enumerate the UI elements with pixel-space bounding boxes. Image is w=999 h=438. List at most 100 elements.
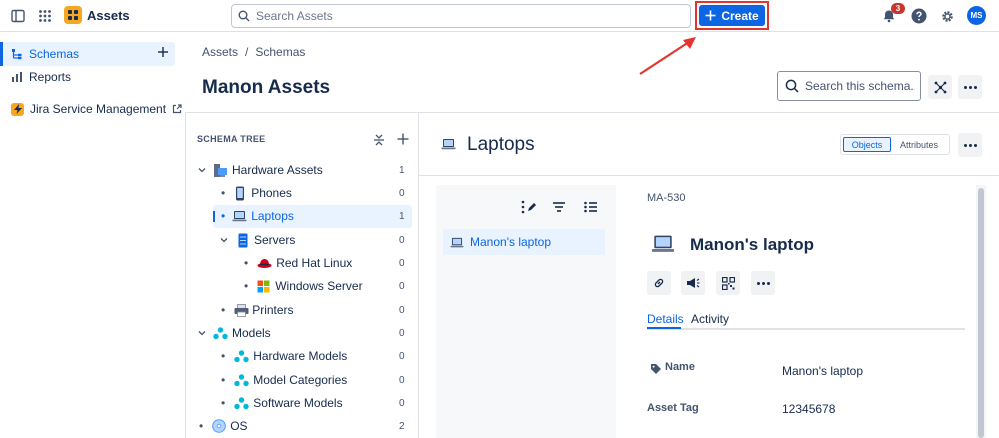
global-search-input[interactable]	[256, 9, 656, 23]
tree-item-os[interactable]: • OS	[199, 415, 248, 437]
graph-view-icon	[934, 81, 947, 94]
user-avatar[interactable]: MS	[967, 6, 986, 25]
create-button-highlight: Create	[695, 1, 769, 30]
tree-item-count: 0	[399, 351, 405, 362]
tree-item-label: Printers	[252, 303, 294, 317]
feedback-button[interactable]	[681, 271, 705, 295]
object-header-divider	[419, 175, 999, 176]
schema-search-input[interactable]	[805, 79, 915, 93]
collapse-all-icon[interactable]	[373, 133, 385, 147]
schema-tree-title: SCHEMA TREE	[197, 134, 266, 144]
app-switcher-icon[interactable]	[35, 6, 55, 26]
qr-code-icon	[721, 276, 735, 290]
tree-item-software-models[interactable]: • Software Models	[221, 392, 343, 414]
bar-chart-icon	[11, 71, 23, 83]
printer-icon	[234, 303, 249, 317]
object-list-panel	[436, 185, 616, 438]
tab-activity[interactable]: Activity	[691, 312, 729, 326]
tree-item-count: 0	[399, 328, 405, 339]
assets-logo-icon[interactable]	[64, 6, 82, 24]
app-name[interactable]: Assets	[87, 8, 130, 23]
attribute-label-asset-tag: Asset Tag	[647, 402, 699, 414]
sidebar-toggle-icon[interactable]	[8, 6, 28, 26]
object-type-more-button[interactable]	[958, 133, 982, 157]
tree-item-count: 0	[399, 305, 405, 316]
help-icon[interactable]	[909, 6, 929, 26]
laptop-icon	[232, 210, 247, 222]
scrollbar-thumb[interactable]	[978, 188, 984, 438]
create-button[interactable]: Create	[699, 5, 765, 26]
chevron-down-icon	[197, 328, 207, 338]
hierarchy-icon	[11, 48, 23, 60]
global-search[interactable]	[231, 4, 691, 28]
tree-item-label: Hardware Assets	[232, 163, 323, 177]
tree-item-count: 1	[399, 211, 405, 222]
sidebar-item-jira-service-management[interactable]: Jira Service Management	[11, 102, 182, 116]
more-horizontal-icon	[756, 281, 770, 285]
tree-item-printers[interactable]: • Printers	[221, 299, 294, 321]
tree-left-divider	[185, 112, 186, 438]
sidebar-item-schemas[interactable]: Schemas	[11, 47, 175, 61]
sidebar-item-reports[interactable]: Reports	[11, 70, 71, 84]
tree-item-windows-server[interactable]: • Windows Server	[244, 275, 363, 297]
toggle-attributes[interactable]: Attributes	[891, 137, 947, 152]
tree-item-servers[interactable]: Servers	[219, 229, 295, 251]
notifications-badge: 3	[891, 3, 905, 14]
tree-item-phones[interactable]: • Phones	[221, 182, 292, 204]
search-icon	[238, 10, 250, 22]
copy-link-button[interactable]	[647, 271, 671, 295]
tree-item-hardware-assets[interactable]: Hardware Assets	[197, 159, 409, 181]
lightning-icon	[11, 102, 24, 116]
add-object-type-plus-icon[interactable]	[397, 133, 409, 145]
qr-code-button[interactable]	[716, 271, 740, 295]
settings-gear-icon[interactable]	[937, 6, 957, 26]
disc-icon	[212, 419, 227, 433]
attribute-label-name: Name	[665, 361, 695, 373]
filter-icon[interactable]	[552, 201, 566, 213]
edit-columns-icon[interactable]	[521, 200, 537, 214]
annotation-arrow-icon	[639, 37, 696, 75]
object-more-button[interactable]	[751, 271, 775, 295]
external-link-icon	[172, 104, 182, 114]
list-view-icon[interactable]	[584, 201, 598, 213]
sidebar-item-label: Schemas	[29, 47, 80, 61]
chevron-down-icon	[197, 165, 207, 175]
breadcrumb-item-schemas[interactable]: Schemas	[255, 45, 305, 59]
view-toggle: Objects Attributes	[840, 134, 950, 155]
breadcrumb-separator: /	[245, 45, 249, 59]
tree-item-models[interactable]: Models	[197, 322, 271, 344]
tree-item-red-hat-linux[interactable]: • Red Hat Linux	[244, 252, 352, 274]
plus-icon	[705, 10, 716, 21]
toggle-objects[interactable]: Objects	[843, 137, 891, 152]
tree-item-label: OS	[230, 419, 248, 433]
models-icon	[213, 326, 228, 340]
tab-details[interactable]: Details	[647, 312, 684, 326]
object-key: MA-530	[647, 192, 686, 204]
object-name: Manon's laptop	[690, 235, 814, 254]
list-item[interactable]: Manon's laptop	[443, 229, 605, 255]
active-tab-indicator	[647, 327, 681, 329]
schema-more-button[interactable]	[958, 75, 982, 99]
tag-icon	[650, 363, 662, 375]
tree-item-model-categories[interactable]: • Model Categories	[221, 369, 347, 391]
tree-item-count: 0	[399, 398, 405, 409]
tree-item-label: Model Categories	[253, 373, 348, 387]
panel-top-divider	[185, 112, 999, 113]
tree-right-divider	[418, 112, 419, 438]
models-icon	[234, 396, 249, 410]
tree-selected-indicator	[213, 211, 215, 222]
breadcrumb-item-assets[interactable]: Assets	[202, 45, 238, 59]
page-title: Manon Assets	[202, 77, 331, 98]
sidebar-item-label: Jira Service Management	[30, 102, 167, 116]
tree-item-count: 0	[399, 281, 405, 292]
schema-search[interactable]	[777, 71, 921, 101]
tree-item-laptops[interactable]: • Laptops	[221, 205, 294, 227]
create-button-label: Create	[721, 8, 759, 23]
tree-item-hardware-models[interactable]: • Hardware Models	[221, 345, 347, 367]
tree-item-count: 0	[399, 188, 405, 199]
link-icon	[653, 277, 665, 289]
tree-item-label: Phones	[251, 186, 292, 200]
schema-graph-button[interactable]	[928, 75, 952, 99]
tree-item-count: 0	[399, 258, 405, 269]
add-schema-plus-icon[interactable]	[157, 46, 169, 58]
